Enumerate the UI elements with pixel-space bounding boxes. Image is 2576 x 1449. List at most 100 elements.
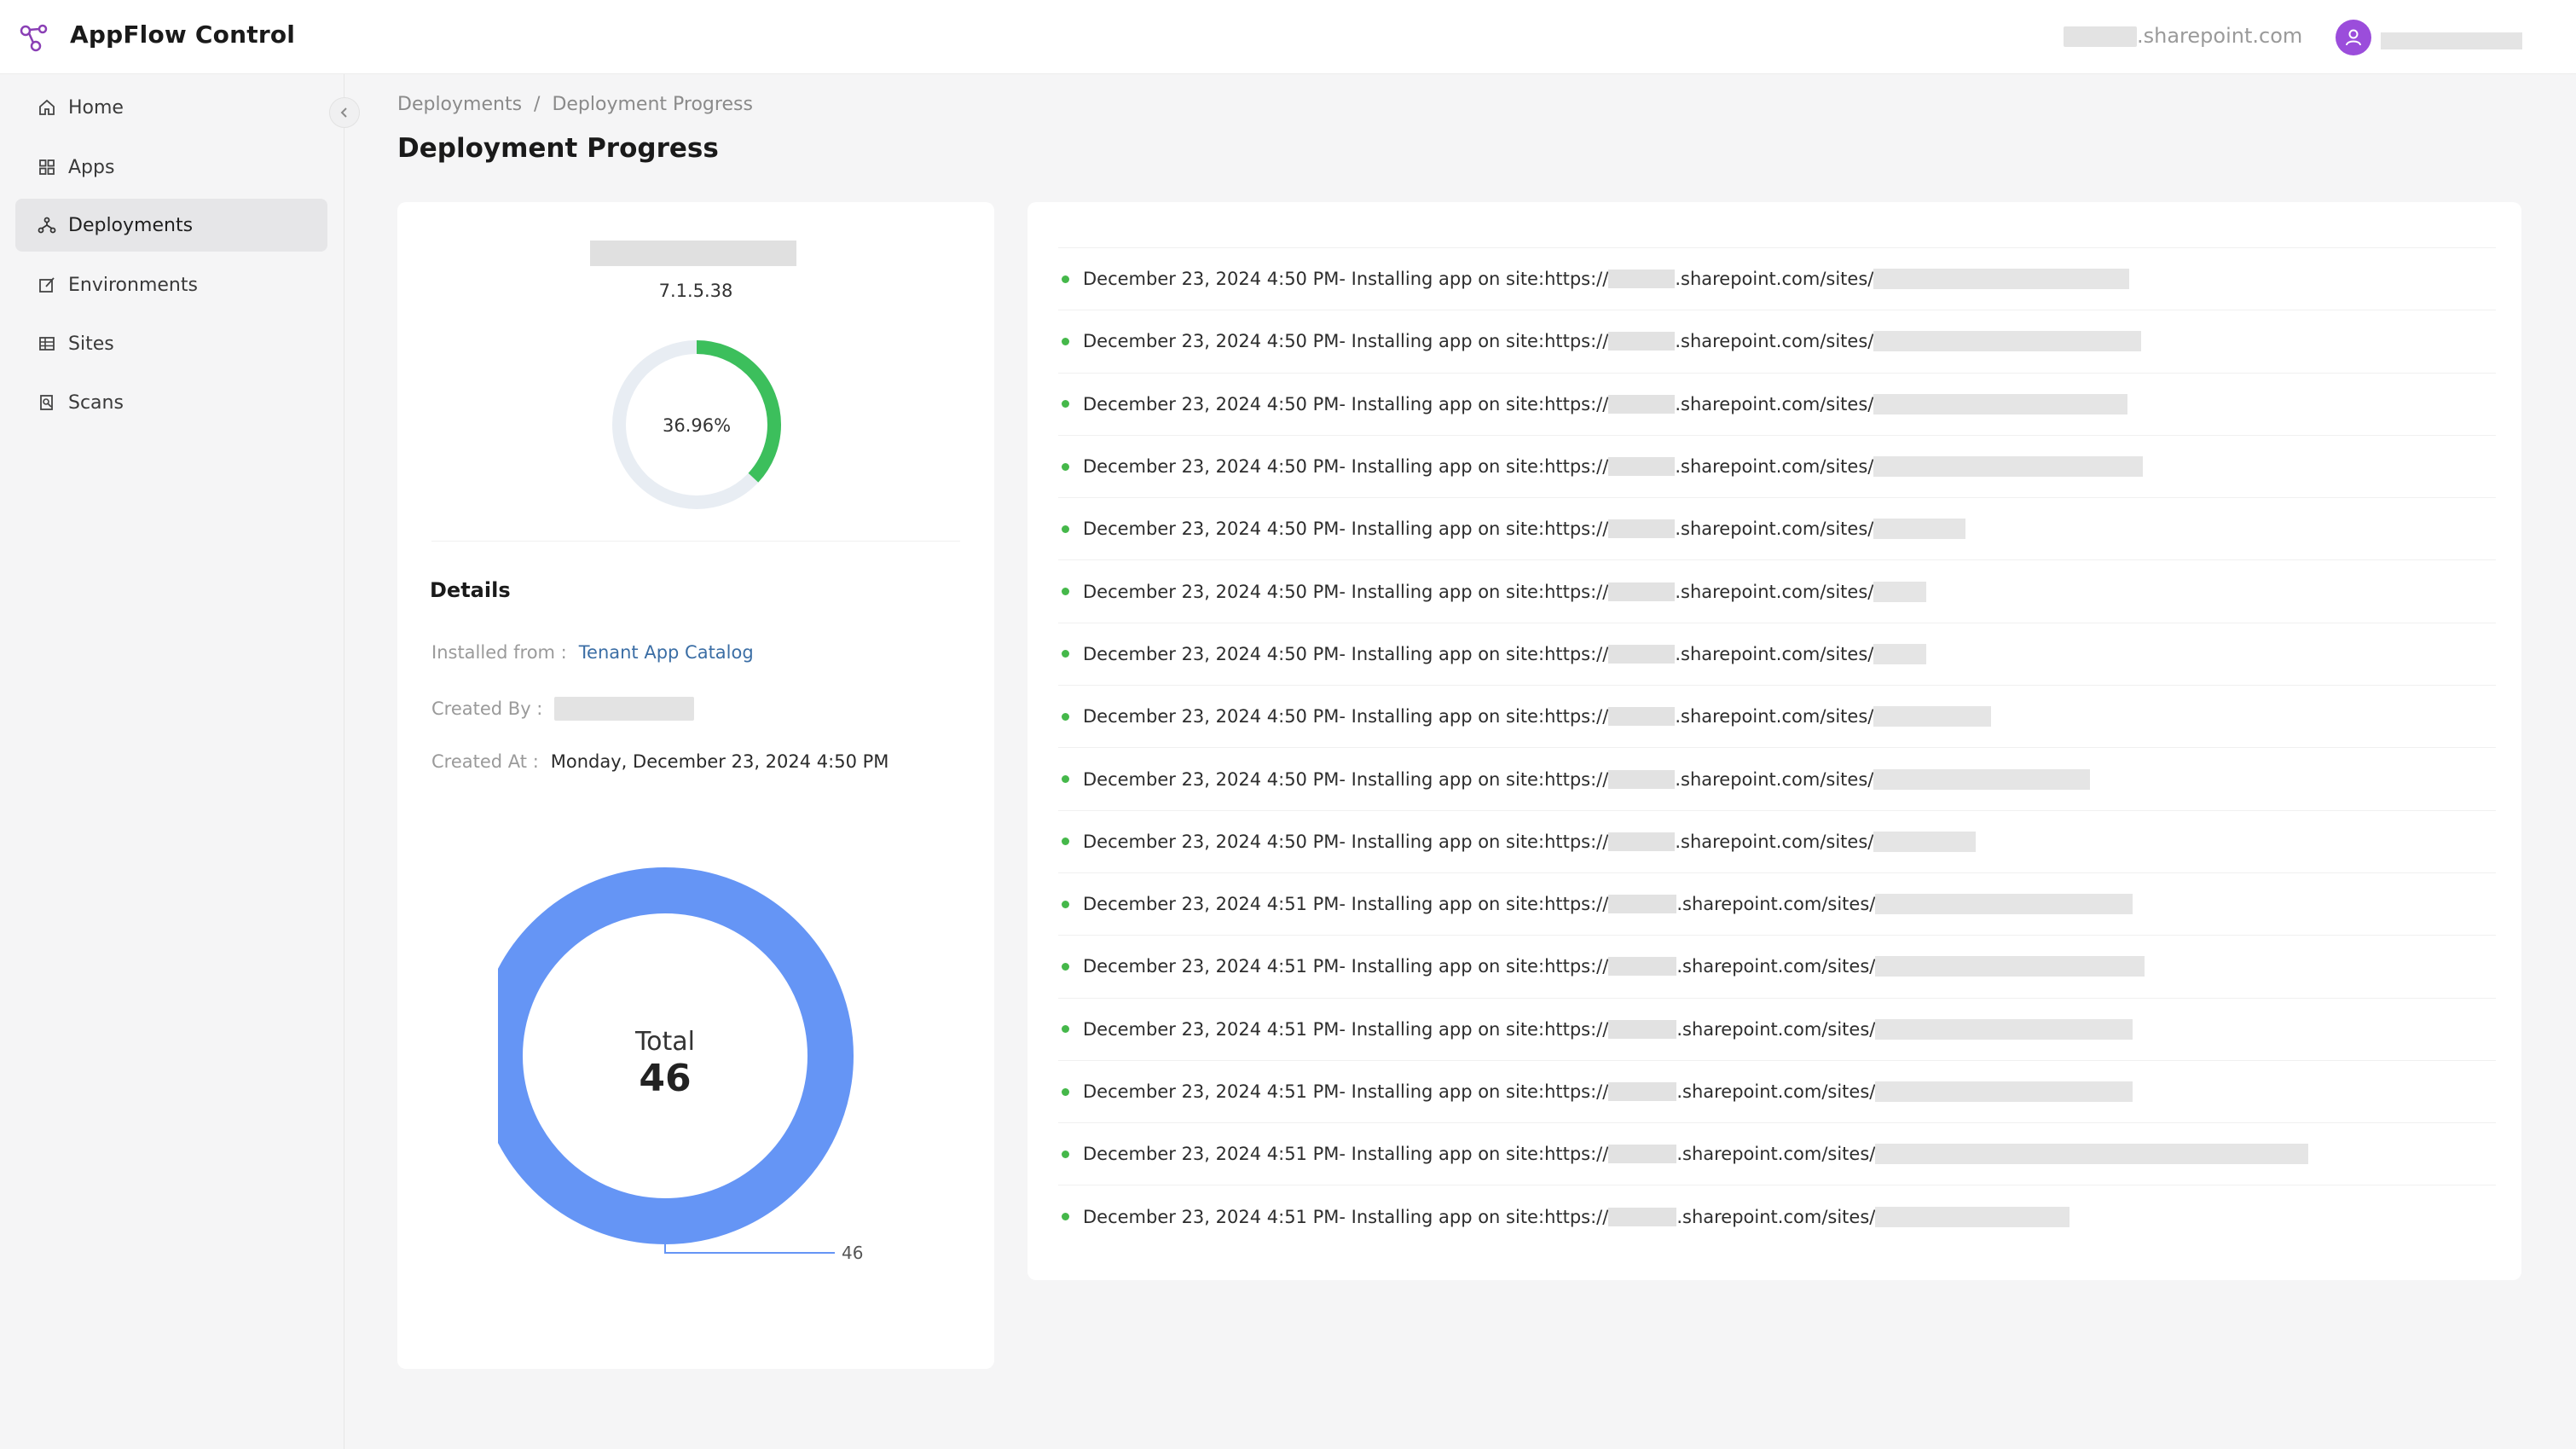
log-message: - Installing app on site: — [1339, 581, 1545, 602]
success-dot-icon — [1062, 775, 1069, 784]
log-entry: December 23, 2024 4:50 PM - Installing a… — [1058, 685, 2496, 747]
log-url-prefix: https:// — [1544, 768, 1609, 790]
home-icon — [39, 99, 55, 115]
log-entry: December 23, 2024 4:51 PM - Installing a… — [1058, 935, 2496, 997]
tenant-redacted — [1608, 832, 1676, 851]
tenant-redacted — [1608, 1019, 1677, 1039]
installed-from-link[interactable]: Tenant App Catalog — [579, 642, 754, 663]
user-name-redacted[interactable] — [2381, 32, 2522, 49]
site-path-redacted — [1873, 643, 1927, 664]
card-divider — [431, 541, 960, 542]
log-url-prefix: https:// — [1544, 456, 1609, 478]
success-dot-icon — [1062, 962, 1069, 971]
app-version: 7.1.5.38 — [658, 281, 733, 301]
log-entry: December 23, 2024 4:50 PM - Installing a… — [1058, 809, 2496, 872]
sidebar-item-label: Sites — [68, 333, 114, 355]
success-dot-icon — [1062, 525, 1069, 533]
log-timestamp: December 23, 2024 4:50 PM — [1083, 456, 1340, 478]
created-at-label: Created At : — [431, 751, 539, 772]
top-header: AppFlow Control .sharepoint.com — [0, 0, 2576, 74]
success-dot-icon — [1062, 588, 1069, 596]
log-entry: December 23, 2024 4:51 PM - Installing a… — [1058, 1059, 2496, 1122]
tenant-domain[interactable]: .sharepoint.com — [2064, 24, 2302, 48]
sidebar-item-label: Environments — [68, 274, 198, 296]
log-message: - Installing app on site: — [1339, 269, 1545, 290]
sidebar-item-home[interactable]: Home — [15, 81, 327, 134]
site-path-redacted — [1875, 956, 2145, 977]
success-dot-icon — [1062, 275, 1069, 283]
app-title: AppFlow Control — [70, 20, 296, 49]
sidebar-item-deployments[interactable]: Deployments — [15, 199, 327, 252]
apps-grid-icon — [39, 159, 55, 175]
log-url-prefix: https:// — [1544, 519, 1609, 540]
sidebar-item-scans[interactable]: Scans — [15, 376, 327, 429]
log-url-prefix: https:// — [1544, 269, 1609, 290]
tenant-redacted — [1608, 957, 1677, 977]
sidebar-item-apps[interactable]: Apps — [15, 141, 327, 194]
log-url-prefix: https:// — [1544, 393, 1609, 414]
log-timestamp: December 23, 2024 4:50 PM — [1083, 706, 1340, 727]
sidebar-item-sites[interactable]: Sites — [15, 317, 327, 370]
site-path-redacted — [1873, 331, 2142, 352]
breadcrumb: Deployments / Deployment Progress — [397, 94, 753, 115]
total-label: Total — [634, 1027, 695, 1057]
sidebar-item-label: Scans — [68, 391, 124, 414]
chevron-left-icon — [340, 107, 347, 118]
page-title: Deployment Progress — [397, 133, 719, 164]
log-entry: December 23, 2024 4:50 PM - Installing a… — [1058, 497, 2496, 559]
success-dot-icon — [1062, 900, 1069, 908]
log-message: - Installing app on site: — [1339, 393, 1545, 414]
log-message: - Installing app on site: — [1339, 456, 1545, 478]
deployments-icon — [38, 217, 56, 234]
log-url-domain: .sharepoint.com/sites/ — [1675, 643, 1874, 664]
breadcrumb-deployments-link[interactable]: Deployments — [397, 94, 522, 115]
sidebar-item-environments[interactable]: Environments — [15, 258, 327, 311]
log-entry: December 23, 2024 4:50 PM - Installing a… — [1058, 310, 2496, 372]
tenant-redacted — [1608, 1207, 1677, 1226]
log-timestamp: December 23, 2024 4:51 PM — [1083, 894, 1340, 915]
progress-ring-chart: 36.96% — [612, 340, 781, 509]
details-heading: Details — [430, 578, 511, 602]
log-url-prefix: https:// — [1544, 643, 1609, 664]
user-avatar[interactable] — [2336, 20, 2371, 55]
log-url-domain: .sharepoint.com/sites/ — [1675, 269, 1874, 290]
log-url-domain: .sharepoint.com/sites/ — [1675, 831, 1874, 852]
log-url-domain: .sharepoint.com/sites/ — [1675, 519, 1874, 540]
log-url-prefix: https:// — [1544, 1081, 1609, 1102]
log-url-domain: .sharepoint.com/sites/ — [1676, 1081, 1876, 1102]
site-path-redacted — [1875, 1081, 2133, 1102]
tenant-name-redacted — [2064, 26, 2137, 47]
log-url-prefix: https:// — [1544, 581, 1609, 602]
log-url-prefix: https:// — [1544, 831, 1609, 852]
log-url-domain: .sharepoint.com/sites/ — [1675, 331, 1874, 352]
success-dot-icon — [1062, 1025, 1069, 1034]
site-path-redacted — [1873, 581, 1927, 602]
log-entry: December 23, 2024 4:50 PM - Installing a… — [1058, 622, 2496, 685]
log-timestamp: December 23, 2024 4:50 PM — [1083, 643, 1340, 664]
log-url-domain: .sharepoint.com/sites/ — [1676, 1018, 1876, 1040]
log-timestamp: December 23, 2024 4:50 PM — [1083, 393, 1340, 414]
log-url-domain: .sharepoint.com/sites/ — [1675, 706, 1874, 727]
log-message: - Installing app on site: — [1339, 1206, 1545, 1227]
log-message: - Installing app on site: — [1339, 331, 1545, 352]
log-url-domain: .sharepoint.com/sites/ — [1676, 1144, 1876, 1165]
log-entry: December 23, 2024 4:51 PM - Installing a… — [1058, 1185, 2496, 1247]
site-path-redacted — [1875, 1206, 2070, 1227]
log-entry: December 23, 2024 4:50 PM - Installing a… — [1058, 247, 2496, 310]
deployment-summary-card: 7.1.5.38 36.96% Details Installed from :… — [397, 202, 994, 1369]
log-timestamp: December 23, 2024 4:50 PM — [1083, 269, 1340, 290]
success-dot-icon — [1062, 712, 1069, 721]
log-timestamp: December 23, 2024 4:51 PM — [1083, 1018, 1340, 1040]
log-message: - Installing app on site: — [1339, 894, 1545, 915]
log-url-domain: .sharepoint.com/sites/ — [1676, 956, 1876, 977]
slice-leader-line — [664, 1244, 835, 1254]
breadcrumb-current: Deployment Progress — [552, 94, 753, 115]
collapse-sidebar-button[interactable] — [329, 97, 360, 128]
log-entry: December 23, 2024 4:50 PM - Installing a… — [1058, 747, 2496, 809]
tenant-redacted — [1608, 582, 1676, 601]
app-logo-icon — [20, 24, 48, 52]
sidebar-item-label: Home — [68, 96, 124, 119]
site-path-redacted — [1873, 393, 2128, 414]
log-url-domain: .sharepoint.com/sites/ — [1675, 456, 1874, 478]
sidebar-item-label: Apps — [68, 156, 115, 178]
